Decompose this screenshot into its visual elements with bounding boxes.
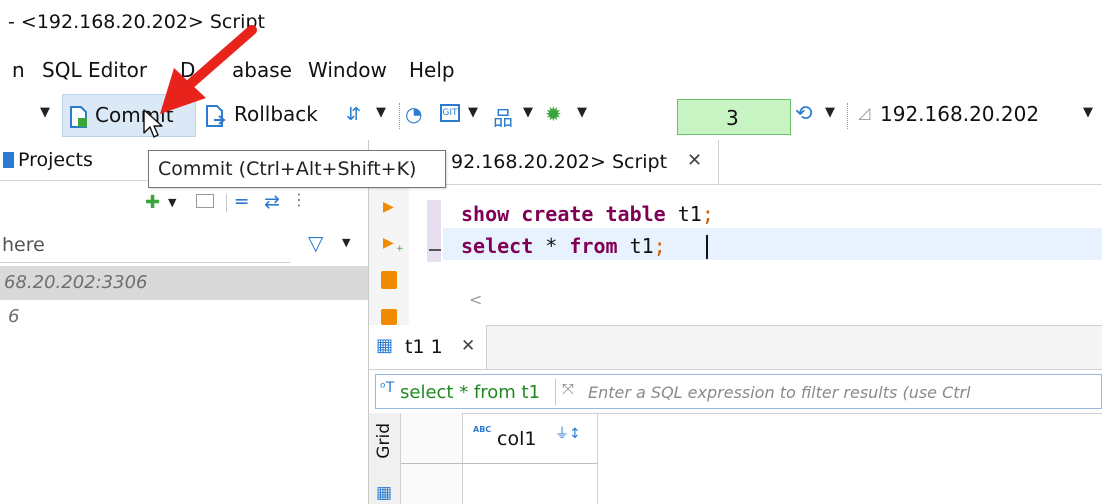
toolbar-separator (399, 103, 400, 129)
sql-star: * (533, 234, 570, 258)
plus-badge-icon: + (396, 244, 404, 254)
tree-item-connection[interactable]: 68.20.202:3306 (0, 266, 368, 300)
filter-separator (555, 379, 556, 405)
dropdown-arrow-icon[interactable]: ▼ (376, 105, 386, 120)
script-tab-label: 92.168.20.202> Script (451, 151, 668, 173)
results-tab-label: t1 1 (405, 336, 443, 358)
string-type-icon: ABC (473, 425, 492, 434)
sql-semicolon: ; (653, 234, 666, 258)
text-cursor (706, 235, 708, 259)
sql-keyword: show create table (461, 202, 666, 226)
dropdown-arrow-icon[interactable]: ▼ (40, 105, 50, 120)
filter-placeholder: Enter a SQL expression to filter results… (588, 383, 971, 402)
collapse-all-icon[interactable]: ═ (236, 191, 247, 213)
projects-icon (3, 152, 14, 168)
toolbar-separator (226, 194, 227, 212)
menu-item-partial[interactable]: n (12, 58, 25, 82)
horizontal-scroll-left-icon[interactable]: < (469, 290, 482, 309)
dropdown-arrow-icon[interactable]: ▼ (1083, 105, 1093, 120)
result-limit-value: 3 (726, 106, 739, 130)
database-label: 6 (8, 306, 20, 327)
menu-item-window[interactable]: Window (308, 58, 387, 82)
grid-icon: ▦ (376, 483, 393, 503)
row-header-column (401, 413, 463, 504)
filter-underline (0, 262, 290, 263)
view-menu-icon[interactable]: ⋮ (291, 190, 307, 209)
sql-filter-icon: ᵒT (380, 380, 395, 396)
grid-header-divider (401, 463, 597, 464)
link-editor-icon[interactable]: ⇄ (264, 191, 280, 213)
code-line-2[interactable]: select * from t1; (461, 234, 666, 258)
dropdown-arrow-icon[interactable]: ▼ (342, 236, 350, 249)
tab-results-t1[interactable]: ▦ t1 1 ✕ (369, 325, 487, 369)
tree-item-database[interactable]: 6 (0, 300, 368, 334)
editor-tab-divider (369, 184, 1102, 185)
column-header-col1[interactable]: ABC col1 ⏚↕ (469, 420, 597, 460)
projects-tab-label: Projects (18, 149, 93, 171)
navigator-filter[interactable]: here ▽ ▼ (0, 227, 368, 263)
commit-icon (70, 106, 87, 128)
close-icon[interactable]: ✕ (687, 150, 702, 171)
sql-keyword-select: select (461, 234, 534, 258)
sql-semicolon: ; (701, 202, 714, 226)
connection-icon: ◿ (858, 103, 871, 122)
table-icon: ▦ (376, 335, 394, 356)
tooltip-text: Commit (Ctrl+Alt+Shift+K) (158, 158, 417, 180)
new-folder-icon[interactable] (196, 194, 214, 208)
red-arrow-annotation-icon (160, 25, 257, 114)
toolbar-separator (847, 103, 848, 129)
menu-item-sql-editor[interactable]: SQL Editor (42, 58, 147, 82)
sort-filter-icon[interactable]: ⏚↕ (555, 423, 581, 443)
menu-item-help[interactable]: Help (409, 58, 455, 82)
dropdown-arrow-icon[interactable]: ▼ (577, 105, 587, 120)
line-marker (429, 249, 441, 251)
tab-grid-view[interactable]: Grid ▦ (369, 413, 401, 504)
close-icon[interactable]: ✕ (461, 336, 475, 356)
dropdown-arrow-icon[interactable]: ▼ (523, 105, 533, 120)
grid-tab-label: Grid (374, 423, 394, 459)
hierarchy-icon[interactable]: 品 (493, 102, 513, 131)
sql-keyword-from: from (569, 234, 618, 258)
history-icon[interactable]: ⟲ (795, 101, 813, 125)
filter-icon[interactable]: ▽ (308, 231, 323, 255)
statement-marker (427, 200, 441, 262)
commit-tooltip: Commit (Ctrl+Alt+Shift+K) (148, 150, 446, 188)
execute-in-new-tab-icon[interactable]: ▶ (383, 235, 394, 251)
git-icon[interactable]: GIT (440, 104, 460, 122)
column-name: col1 (497, 428, 537, 450)
transaction-mode-icon[interactable]: ⇵ (346, 104, 361, 125)
column-divider (597, 413, 598, 504)
tab-script[interactable]: 92.168.20.202> Script ✕ (449, 140, 719, 184)
dropdown-arrow-icon[interactable]: ▼ (468, 105, 478, 120)
editor-line-gutter (409, 185, 443, 325)
active-connection[interactable]: 192.168.20.202 (880, 102, 1039, 126)
dropdown-arrow-icon[interactable]: ▼ (168, 196, 176, 209)
sql-identifier: t1 (665, 202, 702, 226)
editor-action-gutter: ▶ ▶ + (369, 185, 409, 325)
new-connection-icon[interactable]: ✚ (145, 192, 160, 213)
code-line-1[interactable]: show create table t1; (461, 202, 714, 226)
result-limit-field[interactable]: 3 (677, 99, 791, 135)
execute-statement-icon[interactable]: ▶ (383, 199, 394, 215)
filter-input-text[interactable]: here (2, 234, 45, 256)
active-query-text: select * from t1 (400, 382, 541, 403)
dashboard-icon[interactable]: ◔ (405, 102, 422, 126)
explain-plan-icon[interactable] (381, 309, 397, 325)
results-filter-input[interactable]: ᵒT select * from t1 ⤧ Enter a SQL expres… (375, 374, 1102, 409)
sql-identifier: t1 (617, 234, 654, 258)
connection-label: 68.20.202:3306 (4, 272, 148, 293)
debug-bug-icon[interactable]: ✹ (545, 102, 562, 126)
dropdown-arrow-icon[interactable]: ▼ (825, 105, 835, 120)
expand-icon[interactable]: ⤧ (562, 380, 574, 398)
tab-projects[interactable]: Projects (0, 140, 148, 180)
navigator-panel: Projects ✚ ▼ ═ ⇄ ⋮ here ▽ ▼ 68.20.202:33… (0, 140, 369, 504)
execute-script-icon[interactable] (381, 271, 397, 289)
